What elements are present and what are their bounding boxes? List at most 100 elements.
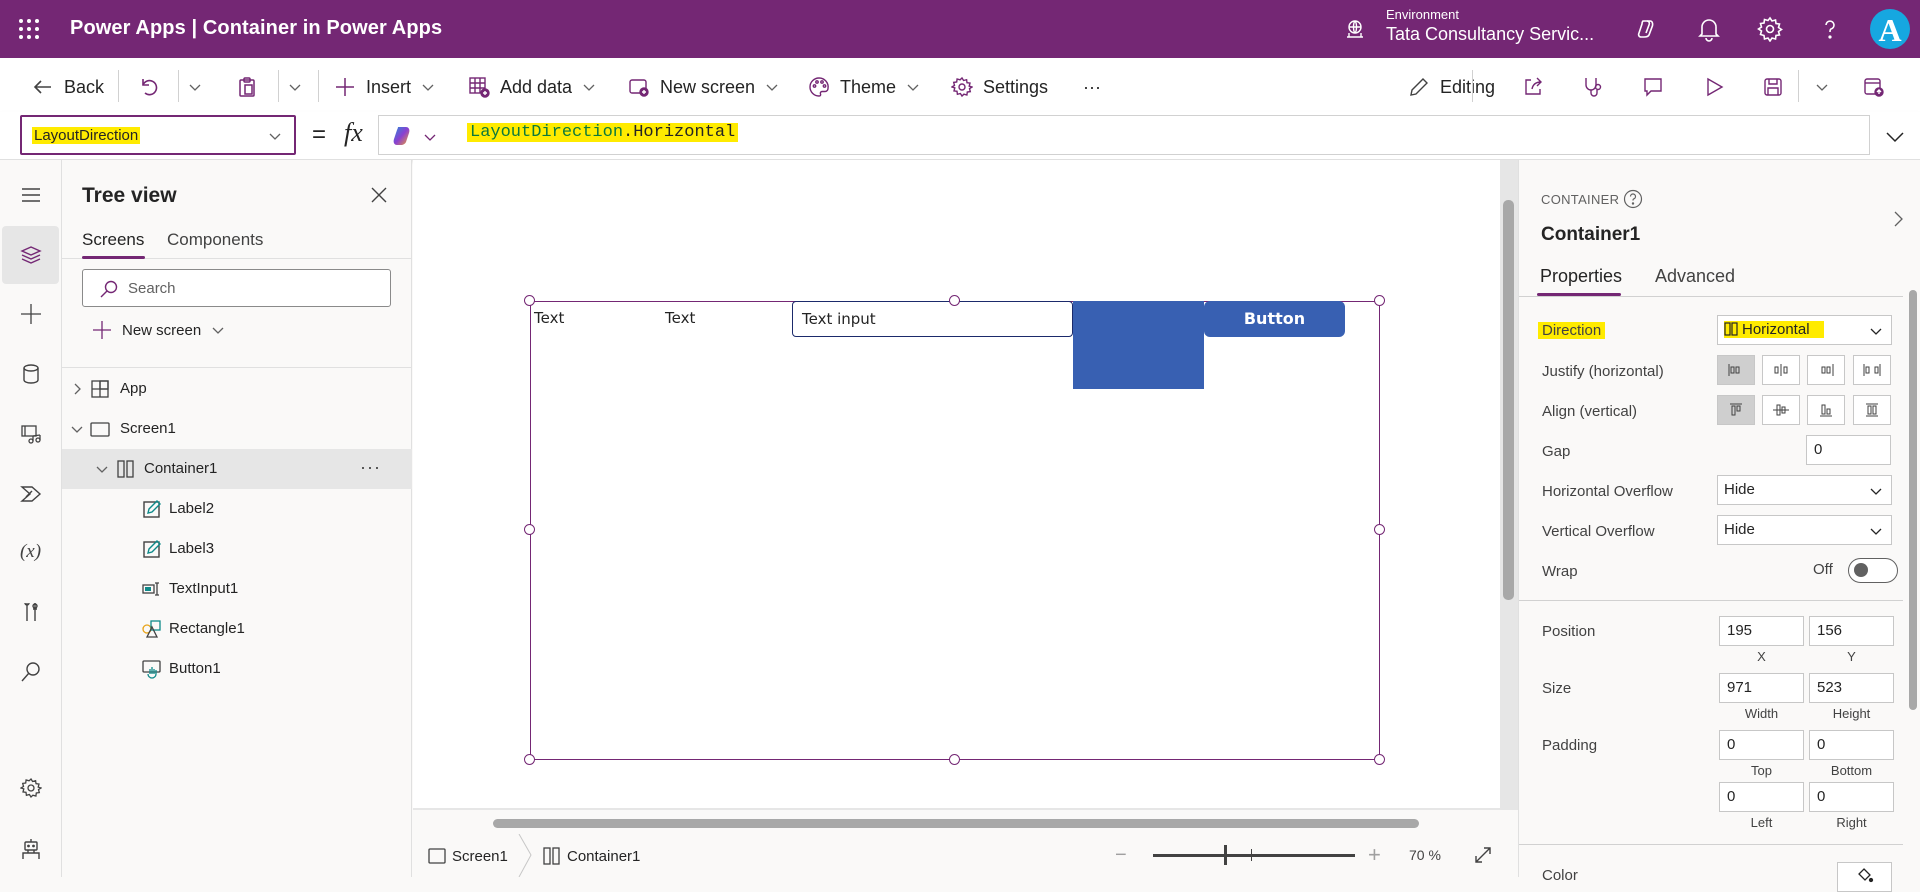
rail-settings[interactable]	[2, 759, 59, 817]
theme-button[interactable]: Theme	[808, 58, 920, 116]
rail-media[interactable]	[2, 405, 59, 463]
rail-copilot-agent[interactable]	[2, 820, 59, 878]
save-button[interactable]	[1762, 58, 1784, 116]
tree-node-label3[interactable]: Label3	[62, 529, 412, 569]
tree-node-container1[interactable]: Container1 ···	[62, 449, 412, 489]
chevron-right-icon[interactable]	[70, 382, 84, 396]
zoom-slider-track[interactable]	[1153, 854, 1355, 857]
canvas-vertical-scrollbar[interactable]	[1503, 200, 1514, 600]
expand-formula-icon[interactable]	[1884, 126, 1906, 148]
horizontal-overflow-dropdown[interactable]: Hide	[1717, 475, 1892, 505]
canvas-horizontal-scrollbar[interactable]	[493, 819, 1419, 828]
tree-node-label2[interactable]: Label2	[62, 489, 412, 529]
publish-button[interactable]	[1863, 58, 1885, 116]
tab-components[interactable]: Components	[167, 230, 263, 250]
rail-menu[interactable]	[2, 166, 59, 224]
direction-dropdown[interactable]: Horizontal	[1717, 315, 1892, 345]
more-commands-button[interactable]: ···	[1083, 58, 1101, 116]
resize-handle-left[interactable]	[524, 524, 535, 535]
position-x-input[interactable]: 195	[1719, 616, 1804, 646]
rail-power-automate[interactable]	[2, 465, 59, 523]
copilot-icon[interactable]	[1635, 16, 1661, 42]
undo-dropdown[interactable]	[188, 58, 202, 116]
padding-left-input[interactable]: 0	[1719, 782, 1804, 812]
justify-space-between-button[interactable]	[1853, 355, 1891, 385]
justify-start-button[interactable]	[1717, 355, 1755, 385]
width-input[interactable]: 971	[1719, 673, 1804, 703]
help-icon[interactable]	[1817, 16, 1843, 42]
gap-input[interactable]: 0	[1806, 435, 1891, 465]
tree-search-input[interactable]: Search	[82, 269, 391, 307]
formula-input[interactable]: LayoutDirection.Horizontal	[455, 115, 1870, 155]
resize-handle-bottom-right[interactable]	[1374, 754, 1385, 765]
paste-button[interactable]	[236, 58, 258, 116]
waffle-icon[interactable]	[18, 18, 40, 40]
resize-handle-top[interactable]	[949, 295, 960, 306]
resize-handle-right[interactable]	[1374, 524, 1385, 535]
tree-node-screen1[interactable]: Screen1	[62, 409, 412, 449]
align-top-button[interactable]	[1717, 395, 1755, 425]
comments-button[interactable]	[1642, 58, 1664, 116]
copilot-formula-button[interactable]	[378, 115, 456, 155]
help-icon[interactable]	[1623, 189, 1643, 209]
resize-handle-bottom[interactable]	[949, 754, 960, 765]
rail-search[interactable]	[2, 643, 59, 701]
add-data-button[interactable]: Add data	[468, 58, 596, 116]
environment-icon[interactable]	[1344, 18, 1366, 40]
height-input[interactable]: 523	[1809, 673, 1894, 703]
back-button[interactable]: Back	[32, 58, 104, 116]
app-checker-button[interactable]	[1582, 58, 1604, 116]
rail-variables[interactable]: (x)	[2, 523, 59, 581]
resize-handle-top-right[interactable]	[1374, 295, 1385, 306]
button1-control[interactable]: Button	[1204, 301, 1345, 337]
tree-node-rectangle1[interactable]: Rectangle1	[62, 609, 412, 649]
fit-to-window-icon[interactable]	[1473, 845, 1493, 865]
padding-top-input[interactable]: 0	[1719, 730, 1804, 760]
justify-center-button[interactable]	[1762, 355, 1800, 385]
align-stretch-button[interactable]	[1853, 395, 1891, 425]
position-y-input[interactable]: 156	[1809, 616, 1894, 646]
chevron-down-icon[interactable]	[95, 462, 109, 476]
tab-properties[interactable]: Properties	[1540, 266, 1622, 287]
tab-screens[interactable]: Screens	[82, 230, 144, 250]
save-dropdown[interactable]	[1815, 58, 1829, 116]
resize-handle-bottom-left[interactable]	[524, 754, 535, 765]
property-dropdown[interactable]: LayoutDirection	[20, 115, 296, 155]
rail-tree-view[interactable]	[2, 226, 59, 284]
close-icon[interactable]	[370, 186, 388, 204]
container1-selection[interactable]	[530, 301, 1380, 760]
paste-dropdown[interactable]	[288, 58, 302, 116]
rail-advanced-tools[interactable]	[2, 583, 59, 641]
label2-control[interactable]: Text	[534, 309, 564, 327]
resize-handle-top-left[interactable]	[524, 295, 535, 306]
vertical-overflow-dropdown[interactable]: Hide	[1717, 515, 1892, 545]
share-button[interactable]	[1522, 58, 1544, 116]
tree-node-app[interactable]: App	[62, 369, 412, 409]
rail-data[interactable]	[2, 345, 59, 403]
align-bottom-button[interactable]	[1807, 395, 1845, 425]
settings-button[interactable]: Settings	[951, 58, 1048, 116]
tab-advanced[interactable]: Advanced	[1655, 266, 1735, 287]
label3-control[interactable]: Text	[665, 309, 695, 327]
undo-button[interactable]	[138, 58, 160, 116]
node-more-options[interactable]: ···	[360, 457, 381, 478]
settings-icon[interactable]	[1757, 16, 1783, 42]
environment-name[interactable]: Tata Consultancy Servic...	[1386, 24, 1594, 45]
wrap-toggle[interactable]	[1848, 558, 1898, 583]
zoom-slider-thumb[interactable]	[1224, 845, 1227, 865]
zoom-in-button[interactable]: +	[1368, 842, 1381, 868]
chevron-right-icon[interactable]	[1889, 210, 1907, 228]
textinput1-control[interactable]: Text input	[792, 301, 1073, 337]
chevron-down-icon[interactable]	[70, 422, 84, 436]
rail-insert[interactable]	[2, 285, 59, 343]
breadcrumb-container1[interactable]: Container1	[543, 847, 640, 865]
user-avatar[interactable]: A	[1870, 9, 1910, 49]
properties-scrollbar[interactable]	[1909, 290, 1917, 710]
control-name[interactable]: Container1	[1541, 224, 1640, 246]
rectangle1-control[interactable]	[1073, 301, 1204, 389]
insert-button[interactable]: Insert	[334, 58, 435, 116]
bell-icon[interactable]	[1696, 16, 1722, 42]
align-middle-button[interactable]	[1762, 395, 1800, 425]
tree-node-button1[interactable]: Button1	[62, 649, 412, 689]
editing-button[interactable]: Editing	[1408, 58, 1495, 116]
